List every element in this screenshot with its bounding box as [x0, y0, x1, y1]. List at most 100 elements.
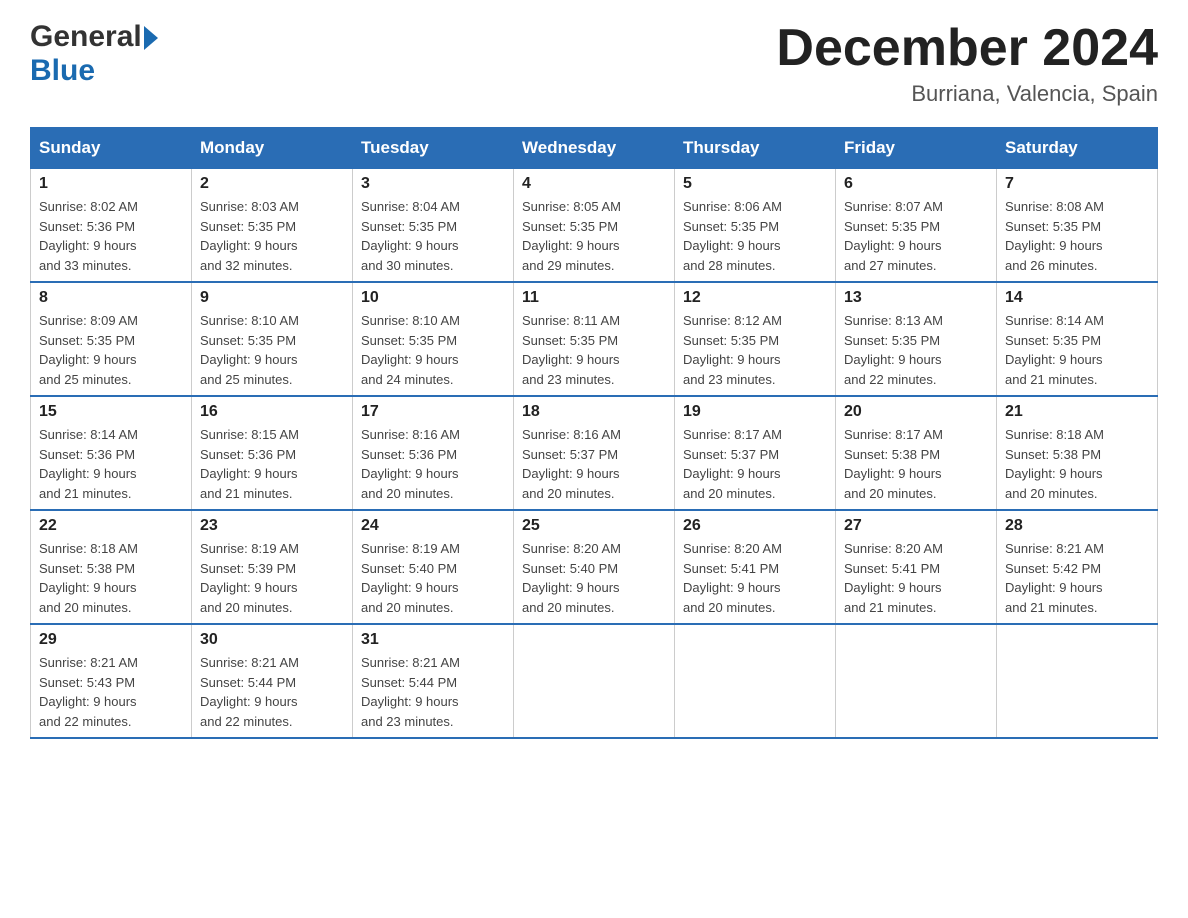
calendar-day-cell: 28 Sunrise: 8:21 AMSunset: 5:42 PMDayligh…: [997, 510, 1158, 624]
calendar-day-cell: 18 Sunrise: 8:16 AMSunset: 5:37 PMDayligh…: [514, 396, 675, 510]
day-number: 26: [683, 517, 827, 535]
day-info: Sunrise: 8:04 AMSunset: 5:35 PMDaylight:…: [361, 197, 505, 275]
day-number: 16: [200, 403, 344, 421]
logo-general-text: General: [30, 20, 142, 54]
calendar-day-cell: 9 Sunrise: 8:10 AMSunset: 5:35 PMDaylight…: [192, 282, 353, 396]
day-info: Sunrise: 8:11 AMSunset: 5:35 PMDaylight:…: [522, 311, 666, 389]
calendar-day-cell: 6 Sunrise: 8:07 AMSunset: 5:35 PMDaylight…: [836, 169, 997, 283]
day-number: 12: [683, 289, 827, 307]
day-number: 22: [39, 517, 183, 535]
day-number: 28: [1005, 517, 1149, 535]
col-tuesday: Tuesday: [353, 128, 514, 169]
day-number: 21: [1005, 403, 1149, 421]
calendar-body: 1Sunrise: 8:02 AMSunset: 5:36 PMDaylight…: [31, 169, 1158, 739]
col-monday: Monday: [192, 128, 353, 169]
day-info: Sunrise: 8:15 AMSunset: 5:36 PMDaylight:…: [200, 425, 344, 503]
day-number: 11: [522, 289, 666, 307]
calendar-week-row: 22 Sunrise: 8:18 AMSunset: 5:38 PMDayligh…: [31, 510, 1158, 624]
day-number: 1: [39, 175, 183, 193]
calendar-day-cell: 17 Sunrise: 8:16 AMSunset: 5:36 PMDayligh…: [353, 396, 514, 510]
day-number: 4: [522, 175, 666, 193]
calendar-day-cell: 1Sunrise: 8:02 AMSunset: 5:36 PMDaylight…: [31, 169, 192, 283]
calendar-day-cell: 21 Sunrise: 8:18 AMSunset: 5:38 PMDayligh…: [997, 396, 1158, 510]
day-info: Sunrise: 8:10 AMSunset: 5:35 PMDaylight:…: [361, 311, 505, 389]
day-number: 10: [361, 289, 505, 307]
day-info: Sunrise: 8:20 AMSunset: 5:41 PMDaylight:…: [683, 539, 827, 617]
calendar-day-cell: 30 Sunrise: 8:21 AMSunset: 5:44 PMDayligh…: [192, 624, 353, 738]
day-info: Sunrise: 8:03 AMSunset: 5:35 PMDaylight:…: [200, 197, 344, 275]
day-info: Sunrise: 8:20 AMSunset: 5:41 PMDaylight:…: [844, 539, 988, 617]
day-info: Sunrise: 8:08 AMSunset: 5:35 PMDaylight:…: [1005, 197, 1149, 275]
calendar-day-cell: 19Sunrise: 8:17 AMSunset: 5:37 PMDayligh…: [675, 396, 836, 510]
day-info: Sunrise: 8:05 AMSunset: 5:35 PMDaylight:…: [522, 197, 666, 275]
calendar-header: Sunday Monday Tuesday Wednesday Thursday…: [31, 128, 1158, 169]
month-title: December 2024: [776, 20, 1158, 77]
day-info: Sunrise: 8:21 AMSunset: 5:44 PMDaylight:…: [200, 653, 344, 731]
day-info: Sunrise: 8:16 AMSunset: 5:36 PMDaylight:…: [361, 425, 505, 503]
col-friday: Friday: [836, 128, 997, 169]
day-number: 18: [522, 403, 666, 421]
day-number: 27: [844, 517, 988, 535]
day-number: 30: [200, 631, 344, 649]
day-number: 31: [361, 631, 505, 649]
day-info: Sunrise: 8:17 AMSunset: 5:37 PMDaylight:…: [683, 425, 827, 503]
calendar-day-cell: 20Sunrise: 8:17 AMSunset: 5:38 PMDayligh…: [836, 396, 997, 510]
day-number: 2: [200, 175, 344, 193]
day-info: Sunrise: 8:21 AMSunset: 5:44 PMDaylight:…: [361, 653, 505, 731]
day-number: 13: [844, 289, 988, 307]
day-number: 14: [1005, 289, 1149, 307]
day-number: 3: [361, 175, 505, 193]
calendar-day-cell: 27 Sunrise: 8:20 AMSunset: 5:41 PMDayligh…: [836, 510, 997, 624]
day-info: Sunrise: 8:07 AMSunset: 5:35 PMDaylight:…: [844, 197, 988, 275]
calendar-day-cell: 31 Sunrise: 8:21 AMSunset: 5:44 PMDayligh…: [353, 624, 514, 738]
calendar-day-cell: 29Sunrise: 8:21 AMSunset: 5:43 PMDayligh…: [31, 624, 192, 738]
calendar-day-cell: 2 Sunrise: 8:03 AMSunset: 5:35 PMDaylight…: [192, 169, 353, 283]
calendar-day-cell: [514, 624, 675, 738]
calendar-day-cell: 3 Sunrise: 8:04 AMSunset: 5:35 PMDaylight…: [353, 169, 514, 283]
calendar-day-cell: 16 Sunrise: 8:15 AMSunset: 5:36 PMDayligh…: [192, 396, 353, 510]
day-info: Sunrise: 8:20 AMSunset: 5:40 PMDaylight:…: [522, 539, 666, 617]
calendar-day-cell: 5Sunrise: 8:06 AMSunset: 5:35 PMDaylight…: [675, 169, 836, 283]
day-number: 8: [39, 289, 183, 307]
calendar-day-cell: [997, 624, 1158, 738]
day-number: 6: [844, 175, 988, 193]
day-info: Sunrise: 8:17 AMSunset: 5:38 PMDaylight:…: [844, 425, 988, 503]
calendar-day-cell: 8 Sunrise: 8:09 AMSunset: 5:35 PMDaylight…: [31, 282, 192, 396]
calendar-day-cell: 25Sunrise: 8:20 AMSunset: 5:40 PMDayligh…: [514, 510, 675, 624]
header-row: Sunday Monday Tuesday Wednesday Thursday…: [31, 128, 1158, 169]
day-number: 23: [200, 517, 344, 535]
col-sunday: Sunday: [31, 128, 192, 169]
calendar-week-row: 15Sunrise: 8:14 AMSunset: 5:36 PMDayligh…: [31, 396, 1158, 510]
day-info: Sunrise: 8:19 AMSunset: 5:39 PMDaylight:…: [200, 539, 344, 617]
calendar-day-cell: 7Sunrise: 8:08 AMSunset: 5:35 PMDaylight…: [997, 169, 1158, 283]
col-wednesday: Wednesday: [514, 128, 675, 169]
day-info: Sunrise: 8:13 AMSunset: 5:35 PMDaylight:…: [844, 311, 988, 389]
day-number: 24: [361, 517, 505, 535]
day-number: 17: [361, 403, 505, 421]
day-number: 9: [200, 289, 344, 307]
day-info: Sunrise: 8:10 AMSunset: 5:35 PMDaylight:…: [200, 311, 344, 389]
calendar-day-cell: 15Sunrise: 8:14 AMSunset: 5:36 PMDayligh…: [31, 396, 192, 510]
calendar-day-cell: 10 Sunrise: 8:10 AMSunset: 5:35 PMDayligh…: [353, 282, 514, 396]
day-info: Sunrise: 8:16 AMSunset: 5:37 PMDaylight:…: [522, 425, 666, 503]
title-section: December 2024 Burriana, Valencia, Spain: [776, 20, 1158, 107]
day-info: Sunrise: 8:14 AMSunset: 5:35 PMDaylight:…: [1005, 311, 1149, 389]
calendar-day-cell: 4 Sunrise: 8:05 AMSunset: 5:35 PMDaylight…: [514, 169, 675, 283]
day-info: Sunrise: 8:18 AMSunset: 5:38 PMDaylight:…: [39, 539, 183, 617]
day-info: Sunrise: 8:09 AMSunset: 5:35 PMDaylight:…: [39, 311, 183, 389]
logo-blue-text: Blue: [30, 54, 95, 88]
calendar-table: Sunday Monday Tuesday Wednesday Thursday…: [30, 127, 1158, 739]
day-info: Sunrise: 8:21 AMSunset: 5:42 PMDaylight:…: [1005, 539, 1149, 617]
day-info: Sunrise: 8:14 AMSunset: 5:36 PMDaylight:…: [39, 425, 183, 503]
calendar-day-cell: [836, 624, 997, 738]
calendar-week-row: 29Sunrise: 8:21 AMSunset: 5:43 PMDayligh…: [31, 624, 1158, 738]
day-info: Sunrise: 8:18 AMSunset: 5:38 PMDaylight:…: [1005, 425, 1149, 503]
logo-arrow-icon: [144, 26, 158, 50]
day-info: Sunrise: 8:19 AMSunset: 5:40 PMDaylight:…: [361, 539, 505, 617]
day-number: 5: [683, 175, 827, 193]
logo: General Blue: [30, 20, 158, 88]
col-thursday: Thursday: [675, 128, 836, 169]
calendar-week-row: 8 Sunrise: 8:09 AMSunset: 5:35 PMDaylight…: [31, 282, 1158, 396]
location-subtitle: Burriana, Valencia, Spain: [776, 81, 1158, 107]
calendar-day-cell: 22 Sunrise: 8:18 AMSunset: 5:38 PMDayligh…: [31, 510, 192, 624]
